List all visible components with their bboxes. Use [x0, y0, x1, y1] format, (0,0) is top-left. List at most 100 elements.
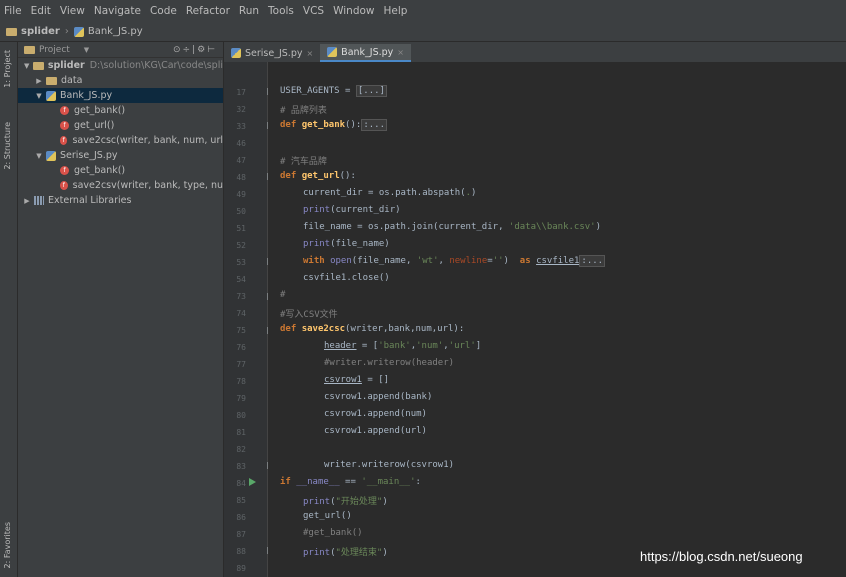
line-number: 86 — [236, 513, 246, 522]
code-line: USER_AGENTS = [...] — [280, 85, 387, 97]
line-number: 33 — [236, 122, 246, 131]
tree-item-label: Bank_JS.py — [60, 90, 113, 101]
menu-help[interactable]: Help — [384, 5, 408, 17]
tree-item-label: get_bank() — [74, 105, 126, 116]
structure-tool-tab[interactable]: 2: Structure — [3, 122, 12, 170]
tree-item[interactable]: f get_bank() — [18, 163, 223, 178]
tree-item-label: External Libraries — [48, 195, 132, 206]
menu-navigate[interactable]: Navigate — [94, 5, 141, 17]
code-line: csvrow1.append(bank) — [324, 392, 433, 402]
close-icon[interactable]: × — [397, 48, 404, 57]
nav-project[interactable]: splider — [21, 26, 60, 37]
tab-serise-js[interactable]: Serise_JS.py × — [224, 44, 320, 62]
line-number: 48 — [236, 173, 246, 182]
code-line: print(current_dir) — [303, 205, 401, 215]
line-number: 74 — [236, 309, 246, 318]
tree-item[interactable]: ▶ data — [18, 73, 223, 88]
code-line: get_url() — [303, 511, 352, 521]
line-number: 53 — [236, 258, 246, 267]
tab-label: Bank_JS.py — [341, 46, 394, 58]
code-line: def get_bank()::... — [280, 119, 387, 131]
line-number: 50 — [236, 207, 246, 216]
ide-window: File Edit View Navigate Code Refactor Ru… — [0, 0, 846, 577]
code-line: #writer.writerow(header) — [324, 358, 455, 368]
tree-item-label: data — [61, 75, 83, 86]
menu-bar: File Edit View Navigate Code Refactor Ru… — [0, 0, 846, 22]
code-line: def get_url(): — [280, 171, 356, 181]
run-icon[interactable] — [249, 478, 256, 486]
line-number: 81 — [236, 428, 246, 437]
code-line: csvfile1.close() — [303, 273, 390, 283]
tree-item[interactable]: f save2csv(writer, bank, type, nu — [18, 178, 223, 193]
line-number: 84 — [236, 479, 246, 488]
tree-item[interactable]: ▶ External Libraries — [18, 193, 223, 208]
function-icon: f — [60, 181, 68, 190]
favorites-tool-tab[interactable]: 2: Favorites — [3, 522, 12, 568]
project-toolbar: Project ▼ ⊙÷|⚙⊢ — [18, 42, 223, 58]
code-line: csvrow1.append(num) — [324, 409, 427, 419]
tree-item[interactable]: ▼ splider D:\solution\KG\Car\code\spli — [18, 58, 223, 73]
code-line: csvrow1.append(url) — [324, 426, 427, 436]
folder-icon — [33, 61, 44, 70]
menu-vcs[interactable]: VCS — [303, 5, 324, 17]
line-number: 47 — [236, 156, 246, 165]
folder-icon — [46, 76, 57, 85]
python-file-icon — [231, 48, 241, 58]
project-panel: Project ▼ ⊙÷|⚙⊢ ▼ splider D:\solution\KG\C… — [18, 42, 224, 577]
folder-icon — [6, 27, 17, 36]
line-number: 51 — [236, 224, 246, 233]
expand-down-icon[interactable]: ▼ — [22, 62, 31, 70]
line-number: 89 — [236, 564, 246, 573]
project-path: D:\solution\KG\Car\code\spli — [89, 60, 223, 71]
chevron-down-icon[interactable]: ▼ — [84, 46, 89, 54]
tree-item[interactable]: ▼ Serise_JS.py — [18, 148, 223, 163]
line-number: 73 — [236, 292, 246, 301]
project-view-icon — [24, 45, 35, 54]
nav-file[interactable]: Bank_JS.py — [88, 26, 143, 37]
expand-right-icon[interactable]: ▶ — [22, 197, 32, 205]
line-number: 78 — [236, 377, 246, 386]
project-toolbar-icons[interactable]: ⊙÷|⚙⊢ — [173, 45, 217, 55]
tree-item[interactable]: f save2csc(writer, bank, num, url — [18, 133, 223, 148]
menu-tools[interactable]: Tools — [268, 5, 294, 17]
code-line: # 汽车品牌 — [280, 157, 327, 167]
menu-code[interactable]: Code — [150, 5, 177, 17]
code-line: with open(file_name, 'wt', newline='') a… — [303, 255, 606, 267]
python-file-icon — [327, 47, 338, 57]
left-tool-strip: 1: Project 2: Structure 2: Favorites — [0, 42, 18, 577]
menu-view[interactable]: View — [60, 5, 85, 17]
nav-separator: › — [64, 26, 69, 37]
function-icon: f — [60, 106, 69, 115]
code-editor[interactable]: USER_AGENTS = [...] # 品牌列表 def get_bank(… — [268, 62, 846, 577]
expand-down-icon[interactable]: ▼ — [34, 92, 44, 100]
tree-item[interactable]: ▼ Bank_JS.py — [18, 88, 223, 103]
tab-bank-js[interactable]: Bank_JS.py × — [320, 44, 411, 62]
line-number: 17 — [236, 88, 246, 97]
line-number: 83 — [236, 462, 246, 471]
menu-file[interactable]: File — [4, 5, 22, 17]
code-line: print("开始处理") — [303, 497, 388, 507]
line-number-gutter: 17 32 33 46 47 48 49 50 51 52 53 54 73 74 75 76 77 78 79 80… — [224, 62, 268, 577]
line-number: 32 — [236, 105, 246, 114]
project-tool-tab[interactable]: 1: Project — [3, 50, 12, 88]
expand-down-icon[interactable]: ▼ — [34, 152, 44, 160]
code-line: print(file_name) — [303, 239, 390, 249]
function-icon: f — [60, 121, 69, 130]
editor-tabs: Serise_JS.py × Bank_JS.py × — [224, 42, 846, 62]
project-tree: ▼ splider D:\solution\KG\Car\code\spli ▶ dat… — [18, 58, 223, 208]
menu-window[interactable]: Window — [333, 5, 374, 17]
tree-item-label: get_url() — [74, 120, 115, 131]
tree-item[interactable]: f get_bank() — [18, 103, 223, 118]
expand-right-icon[interactable]: ▶ — [34, 77, 44, 85]
close-icon[interactable]: × — [306, 49, 313, 58]
tree-item-label: Serise_JS.py — [60, 150, 118, 161]
project-view-label[interactable]: Project — [39, 45, 70, 55]
tree-item[interactable]: f get_url() — [18, 118, 223, 133]
menu-edit[interactable]: Edit — [31, 5, 51, 17]
code-line: header = ['bank','num','url'] — [324, 341, 482, 351]
code-line: #写入CSV文件 — [280, 310, 338, 320]
python-file-icon — [73, 26, 84, 37]
line-number: 76 — [236, 343, 246, 352]
menu-run[interactable]: Run — [239, 5, 259, 17]
menu-refactor[interactable]: Refactor — [186, 5, 230, 17]
